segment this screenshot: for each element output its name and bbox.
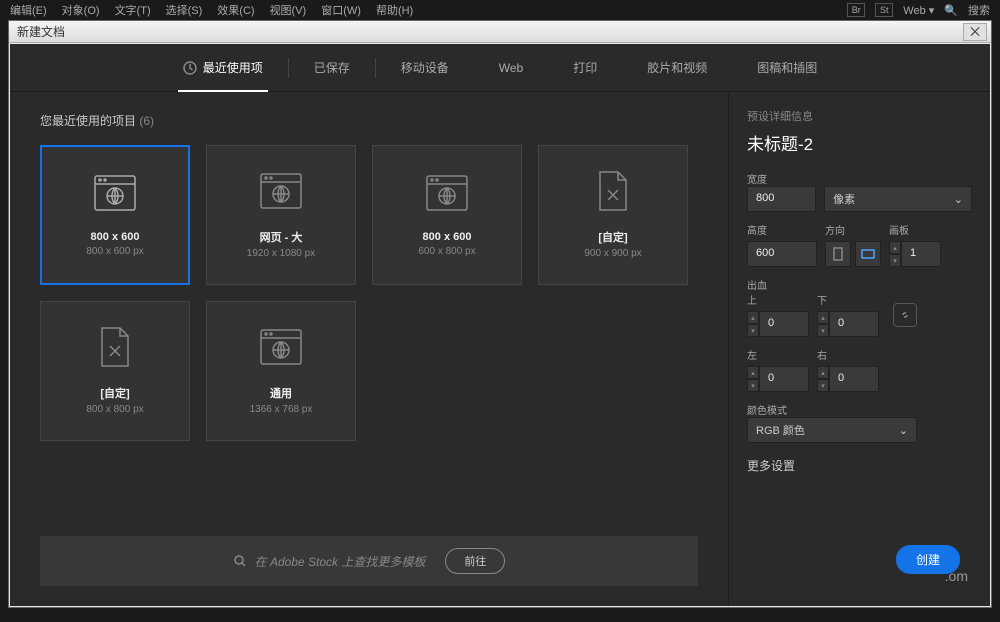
preset-dimensions: 1920 x 1080 px bbox=[247, 248, 315, 259]
preset-grid: 800 x 600 800 x 600 px 网页 - 大 1920 x 1080 p… bbox=[40, 145, 698, 441]
width-input[interactable]: 800 bbox=[747, 186, 816, 212]
chevron-down-icon: ⌄ bbox=[899, 424, 908, 437]
menu-item[interactable]: 效果(C) bbox=[217, 2, 254, 18]
bleed-right-input[interactable]: 0 bbox=[829, 366, 879, 392]
preset-dimensions: 900 x 900 px bbox=[584, 248, 641, 259]
preset-title: [自定] bbox=[598, 229, 627, 245]
main-area: 您最近使用的项目 (6) 800 x 600 800 x 600 px 网页 - 大… bbox=[10, 92, 990, 606]
clock-icon bbox=[183, 61, 197, 75]
document-title[interactable]: 未标题-2 bbox=[747, 130, 972, 155]
tab-print[interactable]: 打印 bbox=[548, 44, 622, 92]
menu-item[interactable]: 文字(T) bbox=[115, 2, 151, 18]
recent-heading: 您最近使用的项目 (6) bbox=[40, 112, 698, 129]
preset-title: 网页 - 大 bbox=[260, 229, 303, 245]
bleed-left-input[interactable]: 0 bbox=[759, 366, 809, 392]
create-button[interactable]: 创建 bbox=[896, 545, 960, 574]
preset-dimensions: 600 x 800 px bbox=[418, 246, 475, 257]
more-settings-button[interactable]: 更多设置 bbox=[747, 457, 972, 474]
preset-card[interactable]: [自定] 800 x 800 px bbox=[40, 301, 190, 441]
category-tabs: 最近使用项 已保存 移动设备 Web 打印 胶片和视频 图稿和插图 bbox=[10, 44, 990, 92]
menu-item[interactable]: 对象(O) bbox=[62, 2, 100, 18]
preset-title: 800 x 600 bbox=[91, 231, 140, 243]
preset-card[interactable]: 通用 1366 x 768 px bbox=[206, 301, 356, 441]
tab-recent[interactable]: 最近使用项 bbox=[158, 44, 288, 92]
web-icon bbox=[91, 173, 139, 213]
dialog-content: 最近使用项 已保存 移动设备 Web 打印 胶片和视频 图稿和插图 您最近使用的… bbox=[10, 44, 990, 606]
presets-pane: 您最近使用的项目 (6) 800 x 600 800 x 600 px 网页 - 大… bbox=[10, 92, 728, 606]
artboard-up[interactable]: ▴ bbox=[889, 241, 901, 254]
preset-card[interactable]: 800 x 600 600 x 800 px bbox=[372, 145, 522, 285]
preset-title: [自定] bbox=[100, 385, 129, 401]
stock-search-input[interactable]: 在 Adobe Stock 上查找更多模板 bbox=[233, 553, 426, 570]
menu-item[interactable]: 窗口(W) bbox=[321, 2, 361, 18]
orientation-portrait-button[interactable] bbox=[825, 241, 851, 267]
orientation-landscape-button[interactable] bbox=[855, 241, 881, 267]
web-icon bbox=[423, 173, 471, 213]
search-label: 搜索 bbox=[968, 2, 990, 18]
preset-dimensions: 800 x 800 px bbox=[86, 404, 143, 415]
preset-dimensions: 1366 x 768 px bbox=[250, 404, 313, 415]
search-icon[interactable]: 🔍 bbox=[944, 4, 958, 17]
workspace-selector[interactable]: Web ▾ bbox=[903, 4, 934, 17]
preset-card[interactable]: 800 x 600 800 x 600 px bbox=[40, 145, 190, 285]
bleed-top-input[interactable]: 0 bbox=[759, 311, 809, 337]
tab-web[interactable]: Web bbox=[474, 44, 548, 92]
close-button[interactable]: ⨉ bbox=[963, 23, 987, 41]
dialog-title: 新建文档 bbox=[17, 23, 65, 40]
artboard-down[interactable]: ▾ bbox=[889, 254, 901, 267]
bridge-button[interactable]: Br bbox=[847, 3, 865, 17]
bleed-bottom-input[interactable]: 0 bbox=[829, 311, 879, 337]
menu-item[interactable]: 视图(V) bbox=[270, 2, 307, 18]
unit-select[interactable]: 像素⌄ bbox=[824, 186, 972, 212]
stock-go-button[interactable]: 前往 bbox=[445, 548, 505, 574]
web-icon bbox=[257, 327, 305, 367]
chevron-down-icon: ⌄ bbox=[954, 193, 963, 206]
search-icon bbox=[233, 554, 247, 568]
web-icon bbox=[257, 171, 305, 211]
preset-details-pane: 预设详细信息 未标题-2 宽度 800 像素⌄ 高度 600 方向 bbox=[728, 92, 990, 606]
bleed-link-toggle[interactable] bbox=[893, 303, 917, 327]
details-header: 预设详细信息 bbox=[747, 108, 972, 124]
preset-card[interactable]: 网页 - 大 1920 x 1080 px bbox=[206, 145, 356, 285]
tab-mobile[interactable]: 移动设备 bbox=[376, 44, 474, 92]
preset-card[interactable]: [自定] 900 x 900 px bbox=[538, 145, 688, 285]
app-top-right: Br St Web ▾ 🔍 搜索 bbox=[847, 0, 990, 20]
color-mode-select[interactable]: RGB 颜色⌄ bbox=[747, 417, 917, 443]
stock-search-bar: 在 Adobe Stock 上查找更多模板 前往 bbox=[40, 536, 698, 586]
preset-dimensions: 800 x 600 px bbox=[86, 246, 143, 257]
menu-item[interactable]: 选择(S) bbox=[166, 2, 203, 18]
menu-item[interactable]: 编辑(E) bbox=[10, 2, 47, 18]
new-document-dialog: 新建文档 ⨉ 最近使用项 已保存 移动设备 Web 打印 胶片和视频 图稿和插图… bbox=[8, 20, 992, 608]
tab-film[interactable]: 胶片和视频 bbox=[622, 44, 732, 92]
tab-label: 最近使用项 bbox=[203, 59, 263, 76]
dialog-titlebar: 新建文档 bbox=[9, 21, 991, 43]
stock-button[interactable]: St bbox=[875, 3, 893, 17]
file-icon bbox=[91, 327, 139, 367]
file-icon bbox=[589, 171, 637, 211]
height-input[interactable]: 600 bbox=[747, 241, 817, 267]
preset-title: 通用 bbox=[270, 385, 292, 401]
tab-art[interactable]: 图稿和插图 bbox=[732, 44, 842, 92]
tab-saved[interactable]: 已保存 bbox=[289, 44, 375, 92]
artboard-input[interactable]: 1 bbox=[901, 241, 941, 267]
menu-item[interactable]: 帮助(H) bbox=[376, 2, 413, 18]
preset-title: 800 x 600 bbox=[423, 231, 472, 243]
